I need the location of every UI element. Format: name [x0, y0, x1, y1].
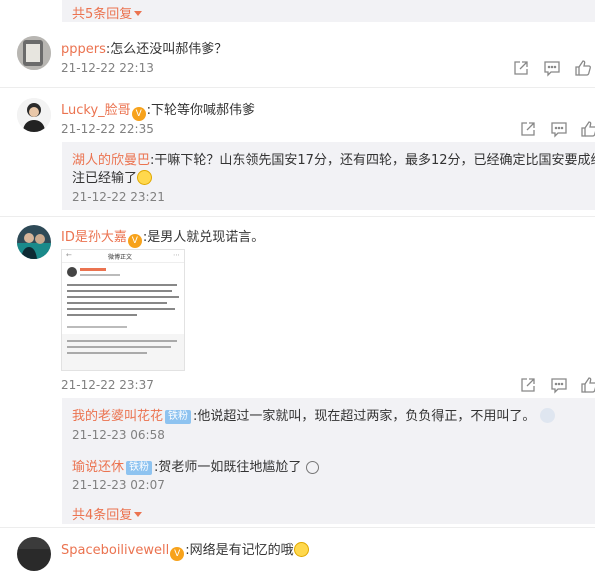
- more-replies-link[interactable]: 共4条回复: [72, 504, 143, 523]
- comment-body: :下轮等你喊郝伟爹: [146, 103, 256, 118]
- comment-text: Lucky_脸哥 V:下轮等你喊郝伟爹: [61, 99, 255, 121]
- fan-badge: 铁粉: [126, 461, 153, 475]
- username[interactable]: 瑜说还休: [72, 460, 124, 475]
- emoji-icon: [305, 461, 319, 474]
- comment-text: Spaceboilivewell V:网络是有记忆的哦: [61, 539, 309, 561]
- timestamp: 21-12-22 23:37: [61, 378, 154, 392]
- timestamp: 21-12-23 06:58: [72, 428, 165, 442]
- share-icon[interactable]: [519, 120, 537, 138]
- comment-body: :网络是有记忆的哦: [185, 543, 294, 558]
- chevron-down-icon: [134, 11, 143, 16]
- like-icon[interactable]: [574, 59, 592, 77]
- thumb-header: ← 微博正文 ⋯: [62, 250, 184, 263]
- avatar[interactable]: [17, 537, 51, 571]
- comment-icon[interactable]: [550, 376, 568, 394]
- divider: [0, 527, 595, 528]
- comment-body: :怎么还没叫郝伟爹？: [105, 42, 228, 57]
- share-icon[interactable]: [512, 59, 530, 77]
- timestamp: 21-12-22 22:35: [61, 122, 154, 136]
- divider: [0, 87, 595, 88]
- emoji-icon: [137, 170, 153, 185]
- timestamp: 21-12-23 02:07: [72, 478, 165, 492]
- emoji-icon: [293, 542, 309, 557]
- like-icon[interactable]: [580, 376, 595, 394]
- reply-body: :干嘛下轮？山东领先国安17分，还有四轮，最多12分，已经确定比国安要成绩好了。: [150, 153, 595, 168]
- emoji-icon: [539, 408, 555, 423]
- username[interactable]: 我的老婆叫花花: [72, 409, 163, 424]
- timestamp: 21-12-22 23:21: [72, 190, 165, 204]
- reply-body: :他说超过一家就叫，现在超过两家，负负得正，不用叫了。: [193, 409, 536, 424]
- divider: [0, 216, 595, 217]
- username[interactable]: pppers: [61, 42, 106, 57]
- like-icon[interactable]: [580, 120, 595, 138]
- reply-text: 瑜说还休 铁粉:贺老师一如既往地尴尬了: [72, 456, 319, 475]
- fan-badge: 铁粉: [165, 410, 192, 424]
- share-icon[interactable]: [519, 376, 537, 394]
- verified-badge-icon: V: [131, 107, 146, 121]
- reply-footer-top: 共5条回复: [62, 0, 595, 22]
- comment-text: ID是孙大嘉 V:是男人就兑现诺言。: [61, 226, 264, 248]
- comment-text: pppers:怎么还没叫郝伟爹？: [61, 38, 227, 57]
- username[interactable]: Spaceboilivewell: [61, 543, 169, 558]
- comment-icon[interactable]: [543, 59, 561, 77]
- reply-text: 我的老婆叫花花 铁粉:他说超过一家就叫，现在超过两家，负负得正，不用叫了。: [72, 405, 555, 424]
- chevron-down-icon: [134, 512, 143, 517]
- timestamp: 21-12-22 22:13: [61, 61, 154, 75]
- reply-body: :贺老师一如既往地尴尬了: [154, 460, 302, 475]
- username[interactable]: Lucky_脸哥: [61, 103, 131, 118]
- avatar[interactable]: [17, 225, 51, 259]
- verified-badge-icon: V: [170, 547, 185, 561]
- username[interactable]: ID是孙大嘉: [61, 230, 127, 245]
- verified-badge-icon: V: [127, 234, 142, 248]
- avatar[interactable]: [17, 36, 51, 70]
- comment-body: :是男人就兑现诺言。: [142, 230, 265, 245]
- comment-icon[interactable]: [550, 120, 568, 138]
- comment-image[interactable]: ← 微博正文 ⋯: [61, 249, 185, 371]
- reply-text-cont: 注已经输了: [72, 167, 153, 186]
- avatar[interactable]: [17, 98, 51, 132]
- username[interactable]: 湖人的欣曼巴: [72, 153, 150, 168]
- reply-text: 湖人的欣曼巴:干嘛下轮？山东领先国安17分，还有四轮，最多12分，已经确定比国安…: [72, 149, 595, 168]
- more-replies-link[interactable]: 共5条回复: [72, 3, 143, 22]
